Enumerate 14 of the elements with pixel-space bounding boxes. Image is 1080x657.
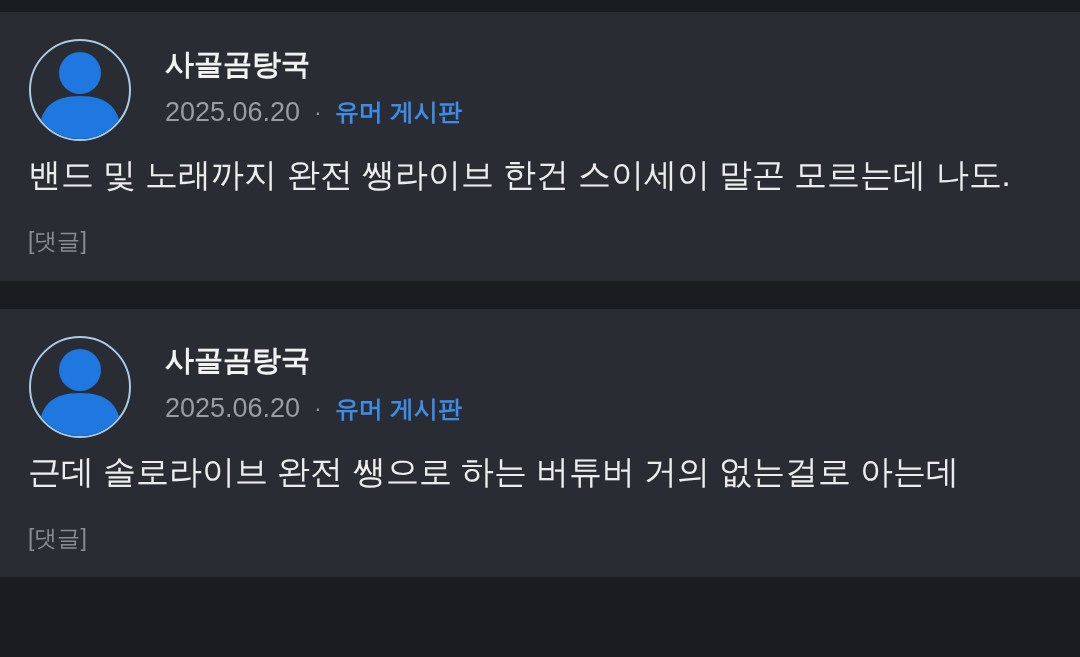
avatar-icon[interactable] bbox=[28, 38, 132, 142]
avatar-icon[interactable] bbox=[28, 334, 132, 439]
author-name[interactable]: 사골곰탕국 bbox=[165, 340, 463, 381]
board-link[interactable]: 유머 게시판 bbox=[335, 94, 463, 130]
comment-label: [댓글] bbox=[28, 227, 87, 256]
post-text: 밴드 및 노래까지 완전 쌩라이브 한건 스이세이 말곤 모르는데 나도. bbox=[28, 155, 1012, 195]
separator: · bbox=[314, 98, 322, 127]
post-date: 2025.06.20 bbox=[165, 392, 301, 426]
post-text: 근데 솔로라이브 완전 쌩으로 하는 버튜버 거의 없는걸로 아는데 bbox=[28, 451, 961, 492]
post-date: 2025.06.20 bbox=[165, 95, 301, 129]
separator: · bbox=[314, 395, 322, 423]
board-link[interactable]: 유머 게시판 bbox=[335, 390, 463, 427]
author-name[interactable]: 사골곰탕국 bbox=[165, 43, 463, 84]
comment-label: [댓글] bbox=[28, 523, 87, 553]
